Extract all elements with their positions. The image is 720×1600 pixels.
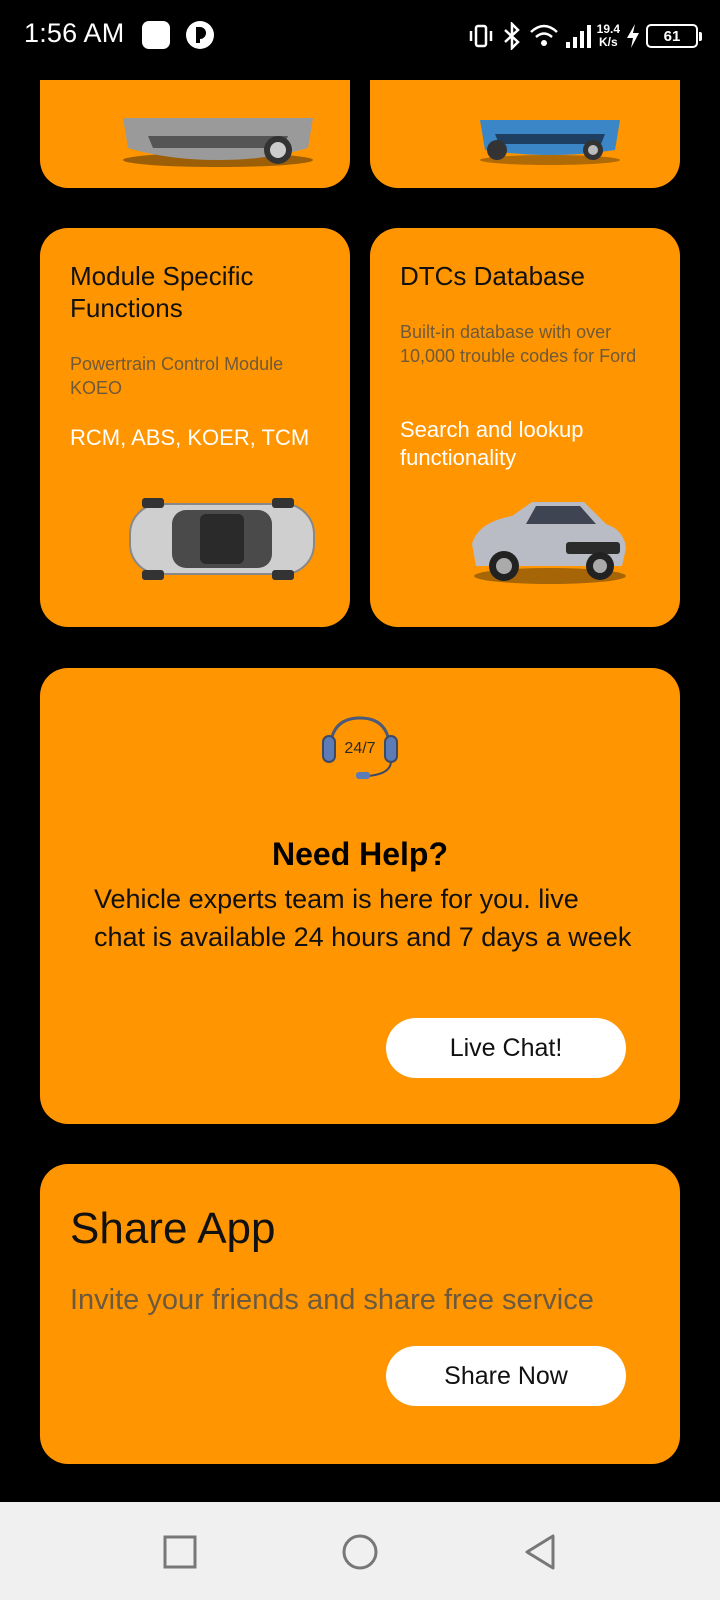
vibrate-icon (469, 24, 492, 48)
charging-icon (627, 24, 639, 48)
recent-apps-button-icon[interactable] (160, 1532, 200, 1572)
network-speed-unit: K/s (598, 35, 618, 49)
module-functions-card[interactable]: Module Specific Functions Powertrain Con… (40, 228, 350, 627)
home-button-icon[interactable] (340, 1532, 380, 1572)
top-view-car-image (129, 498, 315, 580)
headset-icon-label: 24/7 (344, 740, 375, 757)
live-chat-button[interactable]: Live Chat! (386, 1018, 626, 1078)
system-navigation-bar (0, 1502, 720, 1600)
blue-hatchback-car-image (480, 120, 620, 165)
card-title: Module Specific Functions (70, 261, 254, 323)
need-help-card: 24/7 Need Help? Vehicle experts team is … (40, 668, 680, 1124)
status-time: 1:56 AM (24, 18, 125, 48)
silver-mustang-car-image (472, 502, 626, 584)
card-subtitle: Built-in database with over 10,000 troub… (400, 322, 637, 366)
wifi-icon (529, 24, 558, 46)
status-icons: 19.4 K/s 61 (467, 16, 702, 56)
share-subtitle: Invite your friends and share free servi… (70, 1284, 594, 1316)
battery-indicator: 61 (646, 24, 702, 48)
share-now-button[interactable]: Share Now (386, 1346, 626, 1406)
top-left-card[interactable] (40, 80, 350, 188)
bluetooth-icon (503, 22, 520, 50)
app-notification-icon (186, 21, 214, 49)
card-highlight: Search and lookup functionality (400, 417, 584, 470)
help-title: Need Help? (271, 836, 449, 872)
headset-24-7-icon: 24/7 (322, 716, 398, 779)
share-title: Share App (70, 1204, 276, 1253)
network-speed: 19.4 K/s (597, 23, 620, 49)
back-button-icon[interactable] (520, 1532, 560, 1572)
status-bar: 1:56 AM 19.4 K/s 61 (0, 0, 720, 72)
help-body: Vehicle experts team is here for you. li… (94, 884, 632, 952)
dtc-database-card[interactable]: DTCs Database Built-in database with ove… (370, 228, 680, 627)
app-notification-icon (142, 21, 170, 49)
card-title: DTCs Database (400, 261, 585, 291)
signal-icon (565, 25, 591, 48)
card-highlight: RCM, ABS, KOER, TCM (70, 425, 310, 450)
share-app-card: Share App Invite your friends and share … (40, 1164, 680, 1464)
card-subtitle: Powertrain Control Module KOEO (70, 354, 284, 398)
silver-sedan-car-image (123, 118, 313, 167)
top-right-card[interactable] (370, 80, 680, 188)
